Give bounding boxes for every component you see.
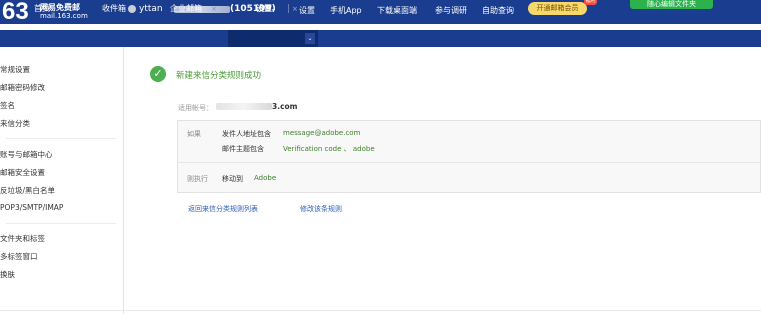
sidebar-divider [6, 223, 116, 224]
condition-field: 邮件主题包含 [222, 145, 264, 153]
sidebar-item-skin[interactable]: 换肤 [0, 269, 15, 280]
bottom-divider [0, 310, 761, 311]
edit-rule-link[interactable]: 修改该条规则 [300, 204, 342, 214]
back-to-rules-link[interactable]: 返回来信分类规则列表 [188, 204, 258, 214]
sidebar-item-account-center[interactable]: 账号与邮箱中心 [0, 149, 53, 160]
close-icon[interactable]: × [211, 5, 217, 13]
sidebar-item-multitab[interactable]: 多标签窗口 [0, 251, 38, 262]
rule-divider [178, 162, 760, 163]
tab-label: 收件箱 [102, 4, 126, 13]
tab-settings[interactable]: 设置 × [256, 0, 298, 17]
sidebar-item-security[interactable]: 邮箱安全设置 [0, 167, 45, 178]
success-check-icon: ✓ [150, 66, 166, 82]
sidebar-item-spam[interactable]: 反垃圾/黑白名单 [0, 185, 55, 196]
tab-label: 首页 [34, 4, 50, 13]
account-label: 适用帐号： [178, 104, 213, 112]
survey-link[interactable]: 参与调研 [435, 5, 467, 16]
sidebar-item-pop3[interactable]: POP3/SMTP/IMAP [0, 203, 63, 212]
avatar-icon[interactable] [128, 5, 136, 13]
rule-if-label: 如果 [187, 130, 201, 138]
vip-button[interactable]: 开通邮箱会员 [528, 2, 587, 15]
tab-more-icon[interactable]: ⌄ [305, 33, 315, 44]
sidebar-item-general[interactable]: 常规设置 [0, 64, 30, 75]
condition-value: message@adobe.com [283, 129, 361, 137]
mobile-app-link[interactable]: 手机App [330, 5, 362, 16]
sidebar-item-filter-rules[interactable]: 来信分类 [0, 118, 30, 129]
rule-then-label: 则执行 [187, 175, 208, 183]
sidebar-divider [6, 138, 116, 139]
rule-folder: Adobe [254, 174, 277, 182]
vip-badge: 福利 [584, 0, 597, 5]
settings-link[interactable]: 设置 [299, 5, 315, 16]
logo-number[interactable]: 63 [2, 0, 29, 26]
condition-field: 发件人地址包含 [222, 130, 271, 138]
account-domain: 3.com [272, 102, 298, 111]
tab-label: 设置 [256, 4, 272, 13]
desktop-download-link[interactable]: 下载桌面端 [377, 5, 417, 16]
success-message: 新建来信分类规则成功 [176, 71, 262, 81]
edit-folders-button[interactable]: 随心编辑文件夹 [630, 0, 713, 9]
tab-bar [0, 30, 761, 47]
condition-value: Verification code 、 adobe [283, 145, 375, 153]
sidebar-item-signature[interactable]: 签名 [0, 100, 15, 111]
tab-label: 企业邮箱 [170, 4, 202, 13]
self-service-link[interactable]: 自助查询 [482, 5, 514, 16]
sidebar-item-password[interactable]: 邮箱密码修改 [0, 82, 45, 93]
tab-enterprise-mail[interactable]: 企业邮箱 × [170, 0, 217, 17]
close-icon[interactable]: × [292, 5, 298, 13]
sidebar-item-folders[interactable]: 文件夹和标签 [0, 233, 45, 244]
rule-action: 移动到 [222, 175, 243, 183]
account-name[interactable]: yttan [139, 4, 163, 14]
tab-home[interactable]: 首页 [34, 0, 50, 17]
account-redacted [216, 103, 272, 110]
tab-inbox[interactable]: 收件箱 [102, 0, 126, 17]
